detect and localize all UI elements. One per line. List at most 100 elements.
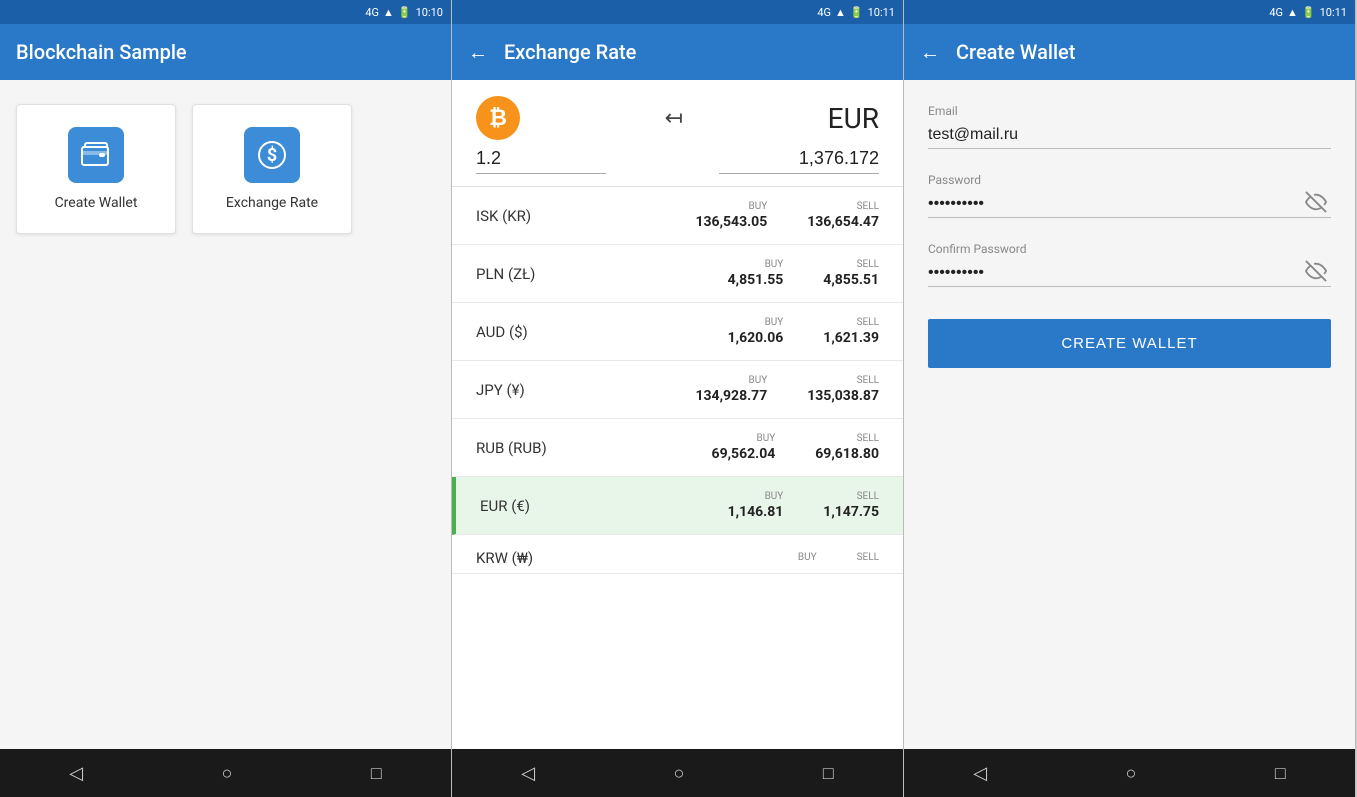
email-label: Email	[928, 104, 1331, 118]
content-3: Email Password Confirm Password	[904, 80, 1355, 749]
sell-col-isk: SELL 136,654.47	[807, 201, 879, 230]
btc-amount-input[interactable]	[476, 148, 606, 174]
confirm-label: Confirm Password	[928, 242, 1331, 256]
app-bar-title-1: Blockchain Sample	[16, 40, 187, 64]
currency-jpy: JPY (¥)	[476, 381, 576, 399]
currency-aud: AUD ($)	[476, 323, 576, 341]
confirm-toggle-icon[interactable]	[1305, 260, 1327, 287]
conversion-arrow-icon: ↤	[665, 106, 683, 131]
back-nav-3[interactable]: ◁	[973, 763, 987, 784]
app-bar-1: Blockchain Sample	[0, 24, 451, 80]
back-btn-3[interactable]: ←	[920, 40, 940, 65]
wallet-icon	[81, 141, 111, 169]
exchange-icon: $	[257, 140, 287, 170]
content-2: ₿ ↤ EUR ISK (KR) BUY 136,543.05	[452, 80, 903, 749]
time-2: 10:11	[868, 6, 895, 19]
btc-symbol: ₿	[489, 105, 507, 131]
time-1: 10:10	[416, 6, 443, 19]
nav-bar-3: ◁ ○ □	[904, 749, 1355, 797]
confirm-form-group: Confirm Password	[928, 242, 1331, 287]
buy-col-krw: BUY	[798, 552, 817, 565]
sell-col-rub: SELL 69,618.80	[815, 433, 879, 462]
buy-col-aud: BUY 1,620.06	[728, 317, 784, 346]
btc-icon: ₿	[476, 96, 520, 140]
status-icons-3: 4G ▲ 🔋 10:11	[1269, 6, 1347, 19]
app-bar-title-2: Exchange Rate	[504, 40, 636, 64]
create-wallet-label: Create Wallet	[55, 195, 138, 211]
buy-col-jpy: BUY 134,928.77	[695, 375, 767, 404]
create-wallet-button[interactable]: CREATE WALLET	[928, 319, 1331, 368]
sell-col-krw: SELL	[857, 552, 879, 565]
password-label: Password	[928, 173, 1331, 187]
buy-col-eur: BUY 1,146.81	[728, 491, 784, 520]
eur-amount-input[interactable]	[719, 148, 879, 174]
rate-row-jpy: JPY (¥) BUY 134,928.77 SELL 135,038.87	[452, 361, 903, 419]
create-wallet-card[interactable]: Create Wallet	[16, 104, 176, 234]
buy-label-isk: BUY	[749, 201, 768, 212]
signal-icon-2: 4G	[817, 6, 831, 19]
app-bar-2: ← Exchange Rate	[452, 24, 903, 80]
app-bar-3: ← Create Wallet	[904, 24, 1355, 80]
nav-bar-2: ◁ ○ □	[452, 749, 903, 797]
sell-label-isk: SELL	[857, 201, 879, 212]
screen-exchange-rate: 4G ▲ 🔋 10:11 ← Exchange Rate ₿ ↤ EUR	[452, 0, 904, 797]
currency-krw: KRW (₩)	[476, 549, 576, 567]
rate-values-rub: BUY 69,562.04 SELL 69,618.80	[712, 433, 879, 462]
buy-col-isk: BUY 136,543.05	[695, 201, 767, 230]
rate-row-pln: PLN (ZŁ) BUY 4,851.55 SELL 4,855.51	[452, 245, 903, 303]
home-nav-1[interactable]: ○	[222, 763, 233, 784]
time-3: 10:11	[1320, 6, 1347, 19]
email-input-wrapper	[928, 122, 1331, 149]
eur-currency-label: EUR	[828, 102, 879, 135]
buy-val-isk: 136,543.05	[695, 214, 767, 230]
back-btn-2[interactable]: ←	[468, 40, 488, 65]
battery-icon-2: 🔋	[850, 6, 864, 19]
exchange-rate-card-icon: $	[244, 127, 300, 183]
rate-table: ISK (KR) BUY 136,543.05 SELL 136,654.47 …	[452, 187, 903, 574]
recents-nav-1[interactable]: □	[371, 763, 382, 784]
currency-pln: PLN (ZŁ)	[476, 265, 576, 283]
status-bar-3: 4G ▲ 🔋 10:11	[904, 0, 1355, 24]
screen-create-wallet: 4G ▲ 🔋 10:11 ← Create Wallet Email Passw…	[904, 0, 1356, 797]
currency-eur: EUR (€)	[480, 497, 580, 515]
status-icons-1: 4G ▲ 🔋 10:10	[365, 6, 443, 19]
battery-icon: 🔋	[398, 6, 412, 19]
exchange-rate-card[interactable]: $ Exchange Rate	[192, 104, 352, 234]
converter-row-top: ₿ ↤ EUR	[476, 96, 879, 140]
sell-col-eur: SELL 1,147.75	[823, 491, 879, 520]
sell-val-isk: 136,654.47	[807, 214, 879, 230]
home-nav-3[interactable]: ○	[1126, 763, 1137, 784]
sell-col-pln: SELL 4,855.51	[823, 259, 879, 288]
recents-nav-3[interactable]: □	[1275, 763, 1286, 784]
back-nav-2[interactable]: ◁	[521, 763, 535, 784]
rate-row-rub: RUB (RUB) BUY 69,562.04 SELL 69,618.80	[452, 419, 903, 477]
currency-isk: ISK (KR)	[476, 207, 576, 225]
signal-icon: 4G	[365, 6, 379, 19]
password-toggle-icon[interactable]	[1305, 191, 1327, 218]
confirm-input-wrapper	[928, 260, 1331, 287]
signal-icon-3: 4G	[1269, 6, 1283, 19]
rate-values-jpy: BUY 134,928.77 SELL 135,038.87	[695, 375, 879, 404]
password-form-group: Password	[928, 173, 1331, 218]
recents-nav-2[interactable]: □	[823, 763, 834, 784]
wifi-icon-3: ▲	[1287, 6, 1298, 19]
menu-grid: Create Wallet $ Exchange Rate	[16, 104, 435, 234]
battery-icon-3: 🔋	[1302, 6, 1316, 19]
exchange-rate-label: Exchange Rate	[226, 195, 318, 211]
confirm-input[interactable]	[928, 260, 1331, 286]
wifi-icon-2: ▲	[835, 6, 846, 19]
back-nav-1[interactable]: ◁	[69, 763, 83, 784]
password-input[interactable]	[928, 191, 1331, 217]
rate-values-krw: BUY SELL	[798, 552, 879, 565]
status-bar-2: 4G ▲ 🔋 10:11	[452, 0, 903, 24]
rate-row-aud: AUD ($) BUY 1,620.06 SELL 1,621.39	[452, 303, 903, 361]
app-bar-title-3: Create Wallet	[956, 40, 1075, 64]
svg-text:$: $	[267, 145, 277, 166]
create-wallet-card-icon	[68, 127, 124, 183]
home-nav-2[interactable]: ○	[674, 763, 685, 784]
screen-blockchain-sample: 4G ▲ 🔋 10:10 Blockchain Sample Create	[0, 0, 452, 797]
email-input[interactable]	[928, 122, 1331, 148]
email-form-group: Email	[928, 104, 1331, 149]
rate-values-eur: BUY 1,146.81 SELL 1,147.75	[728, 491, 879, 520]
status-bar-1: 4G ▲ 🔋 10:10	[0, 0, 451, 24]
